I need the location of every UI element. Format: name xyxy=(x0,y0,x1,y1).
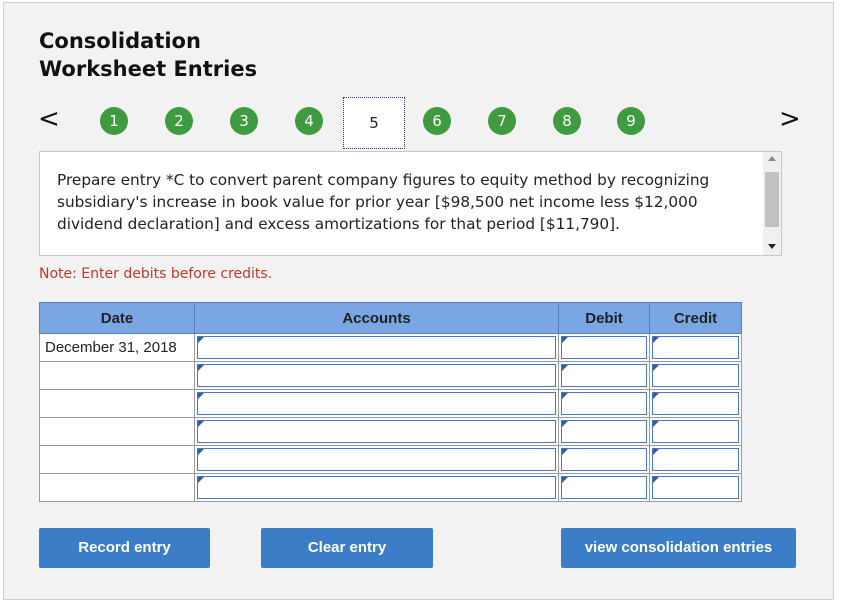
credit-cell xyxy=(649,389,742,418)
dropdown-marker-icon xyxy=(562,337,568,343)
dropdown-marker-icon xyxy=(198,421,204,427)
header-accounts: Accounts xyxy=(194,302,559,334)
debit-input[interactable] xyxy=(561,392,647,415)
dropdown-marker-icon xyxy=(562,449,568,455)
debit-input[interactable] xyxy=(561,420,647,443)
dropdown-marker-icon xyxy=(198,449,204,455)
debit-cell xyxy=(558,473,650,502)
prompt-box: Prepare entry *C to convert parent compa… xyxy=(39,151,782,256)
step-8-button[interactable]: 8 xyxy=(553,107,581,135)
header-credit: Credit xyxy=(649,302,742,334)
credit-cell xyxy=(649,473,742,502)
account-cell xyxy=(194,445,559,474)
dropdown-marker-icon xyxy=(653,365,659,371)
prev-arrow-icon[interactable]: < xyxy=(38,106,60,132)
dropdown-marker-icon xyxy=(653,477,659,483)
scroll-up-icon[interactable] xyxy=(768,156,776,161)
step-6-button[interactable]: 6 xyxy=(423,107,451,135)
debit-cell xyxy=(558,389,650,418)
table-header-row: Date Accounts Debit Credit xyxy=(39,302,742,334)
table-row xyxy=(39,389,742,418)
dropdown-marker-icon xyxy=(198,337,204,343)
scroll-down-icon[interactable] xyxy=(768,244,776,249)
debit-input[interactable] xyxy=(561,448,647,471)
account-input[interactable] xyxy=(197,420,556,443)
date-cell xyxy=(39,389,195,418)
credit-input[interactable] xyxy=(652,420,739,443)
table-row xyxy=(39,361,742,390)
credit-cell xyxy=(649,333,742,362)
account-input[interactable] xyxy=(197,476,556,499)
page-title: Consolidation Worksheet Entries xyxy=(39,27,257,83)
step-1-button[interactable]: 1 xyxy=(100,107,128,135)
step-9-button[interactable]: 9 xyxy=(617,107,645,135)
credit-input[interactable] xyxy=(652,476,739,499)
debit-cell xyxy=(558,445,650,474)
dropdown-marker-icon xyxy=(653,393,659,399)
step-3-button[interactable]: 3 xyxy=(230,107,258,135)
credit-input[interactable] xyxy=(652,392,739,415)
dropdown-marker-icon xyxy=(653,337,659,343)
account-cell xyxy=(194,333,559,362)
credit-input[interactable] xyxy=(652,364,739,387)
dropdown-marker-icon xyxy=(198,393,204,399)
dropdown-marker-icon xyxy=(198,365,204,371)
account-input[interactable] xyxy=(197,364,556,387)
account-input[interactable] xyxy=(197,392,556,415)
note-text: Note: Enter debits before credits. xyxy=(39,266,273,282)
step-4-button[interactable]: 4 xyxy=(295,107,323,135)
dropdown-marker-icon xyxy=(653,421,659,427)
debit-cell xyxy=(558,417,650,446)
debit-input[interactable] xyxy=(561,364,647,387)
debit-input[interactable] xyxy=(561,476,647,499)
title-line-2: Worksheet Entries xyxy=(39,57,258,81)
debit-cell xyxy=(558,361,650,390)
date-cell xyxy=(39,473,195,502)
account-input[interactable] xyxy=(197,448,556,471)
table-row xyxy=(39,417,742,446)
credit-cell xyxy=(649,361,742,390)
dropdown-marker-icon xyxy=(198,477,204,483)
account-cell xyxy=(194,389,559,418)
step-5-current[interactable]: 5 xyxy=(343,97,405,149)
dropdown-marker-icon xyxy=(562,365,568,371)
dropdown-marker-icon xyxy=(562,393,568,399)
debit-cell xyxy=(558,333,650,362)
credit-cell xyxy=(649,417,742,446)
prompt-text: Prepare entry *C to convert parent compa… xyxy=(57,171,710,233)
header-debit: Debit xyxy=(558,302,650,334)
date-cell xyxy=(39,417,195,446)
credit-cell xyxy=(649,445,742,474)
table-row: December 31, 2018 xyxy=(39,333,742,362)
account-input[interactable] xyxy=(197,336,556,359)
worksheet-panel xyxy=(3,2,834,600)
clear-entry-button[interactable]: Clear entry xyxy=(261,528,433,568)
prompt-scrollbar[interactable] xyxy=(763,152,781,255)
dropdown-marker-icon xyxy=(562,477,568,483)
account-cell xyxy=(194,361,559,390)
table-row xyxy=(39,473,742,502)
account-cell xyxy=(194,417,559,446)
header-date: Date xyxy=(39,302,195,334)
credit-input[interactable] xyxy=(652,448,739,471)
dropdown-marker-icon xyxy=(653,449,659,455)
journal-entry-table: Date Accounts Debit Credit December 31, … xyxy=(39,302,742,502)
scroll-thumb[interactable] xyxy=(765,172,779,227)
account-cell xyxy=(194,473,559,502)
step-2-button[interactable]: 2 xyxy=(165,107,193,135)
view-consolidation-entries-button[interactable]: view consolidation entries xyxy=(561,528,796,568)
date-cell: December 31, 2018 xyxy=(39,333,195,362)
next-arrow-icon[interactable]: > xyxy=(779,106,801,132)
dropdown-marker-icon xyxy=(562,421,568,427)
record-entry-button[interactable]: Record entry xyxy=(39,528,210,568)
step-7-button[interactable]: 7 xyxy=(488,107,516,135)
credit-input[interactable] xyxy=(652,336,739,359)
debit-input[interactable] xyxy=(561,336,647,359)
table-row xyxy=(39,445,742,474)
date-cell xyxy=(39,445,195,474)
date-cell xyxy=(39,361,195,390)
title-line-1: Consolidation xyxy=(39,29,201,53)
